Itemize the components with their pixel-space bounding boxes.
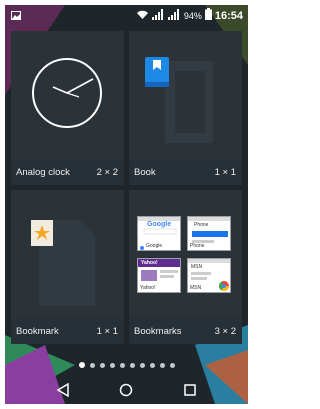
- thumb-title: Yahoo!: [141, 260, 158, 266]
- bookmark-thumbnail: MSN MSN: [187, 258, 231, 293]
- bookmark-icon: [31, 220, 95, 306]
- back-icon: [56, 383, 69, 397]
- navigation-bar: [5, 376, 248, 404]
- widget-size: 1 × 1: [214, 166, 236, 178]
- widget-tile-analog-clock[interactable]: Analog clock 2 × 2: [11, 31, 124, 185]
- page-dot[interactable]: [129, 362, 135, 368]
- image-notification-icon: [11, 11, 21, 23]
- bookmark-thumbnail: Yahoo! Yahoo!: [137, 258, 181, 293]
- status-time: 16:54: [214, 9, 243, 22]
- back-button[interactable]: [51, 378, 75, 402]
- page-dot[interactable]: [99, 362, 105, 368]
- widget-name: Book: [134, 166, 156, 178]
- page-dot[interactable]: [159, 362, 165, 368]
- widget-tile-bookmark[interactable]: Bookmark 1 × 1: [11, 190, 124, 344]
- bookmark-thumbnail: Phone Phone: [187, 216, 231, 251]
- book-icon: [145, 57, 213, 143]
- widget-size: 2 × 2: [96, 166, 118, 178]
- thumb-title: MSN: [191, 264, 203, 270]
- battery-percent: 94%: [183, 10, 202, 21]
- battery-icon: [204, 8, 212, 23]
- widget-name: Bookmarks: [134, 325, 182, 337]
- widget-tile-book[interactable]: Book 1 × 1: [129, 31, 242, 185]
- analog-clock-icon: [32, 58, 102, 128]
- page-dot[interactable]: [89, 362, 95, 368]
- recent-apps-button[interactable]: [178, 378, 202, 402]
- widget-label-bar: Book 1 × 1: [129, 159, 242, 185]
- status-bar: 94% 16:54: [5, 5, 248, 27]
- page-dot[interactable]: [139, 362, 145, 368]
- thumb-caption: Yahoo!: [140, 285, 156, 291]
- thumb-title: Google: [147, 221, 172, 228]
- page-dot[interactable]: [119, 362, 125, 368]
- thumb-caption: Phone: [190, 243, 205, 249]
- wifi-icon: [136, 9, 149, 23]
- home-button[interactable]: [114, 378, 138, 402]
- widget-label-bar: Bookmark 1 × 1: [11, 318, 124, 344]
- page-indicator: [5, 360, 248, 370]
- widget-size: 1 × 1: [96, 325, 118, 337]
- page-dot[interactable]: [109, 362, 115, 368]
- page-dot[interactable]: [149, 362, 155, 368]
- thumb-caption: Google: [146, 243, 163, 249]
- thumb-title: Phone: [194, 222, 209, 228]
- bookmarks-preview: Google Google Phone Phone Yahoo! Yahoo! …: [137, 216, 233, 310]
- recent-apps-icon: [184, 384, 196, 396]
- widget-label-bar: Analog clock 2 × 2: [11, 159, 124, 185]
- signal-icon: [151, 8, 165, 23]
- widget-name: Analog clock: [16, 166, 70, 178]
- widget-size: 3 × 2: [214, 325, 236, 337]
- widget-label-bar: Bookmarks 3 × 2: [129, 318, 242, 344]
- page-dot[interactable]: [169, 362, 175, 368]
- signal-icon: [167, 8, 181, 23]
- thumb-caption: MSN: [190, 285, 202, 291]
- page-dot[interactable]: [78, 362, 85, 368]
- phone-screen: 94% 16:54 Analog clock 2 × 2 Book 1 × 1 …: [5, 5, 248, 404]
- bookmark-thumbnail: Google Google: [137, 216, 181, 251]
- widget-name: Bookmark: [16, 325, 59, 337]
- home-icon: [120, 383, 133, 397]
- widget-tile-bookmarks[interactable]: Google Google Phone Phone Yahoo! Yahoo! …: [129, 190, 242, 344]
